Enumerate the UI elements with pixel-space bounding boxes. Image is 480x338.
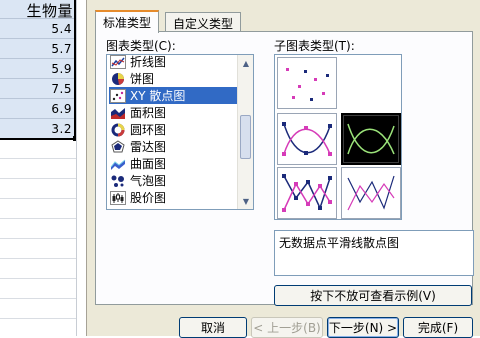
- next-column: [77, 0, 86, 336]
- list-item-label: XY 散点图: [130, 89, 186, 103]
- list-item-line[interactable]: 折线图: [109, 55, 237, 70]
- scatter-markers-only-icon: [286, 68, 329, 101]
- list-item-radar[interactable]: 雷达图: [109, 138, 237, 155]
- list-item-label: 雷达图: [130, 140, 167, 154]
- empty-cell[interactable]: [0, 320, 76, 336]
- empty-cell[interactable]: [0, 140, 76, 159]
- subtype-straight-with-markers[interactable]: [277, 167, 337, 219]
- tab-custom-types[interactable]: 自定义类型: [165, 12, 242, 32]
- scroll-up-arrow-icon[interactable]: ▲: [238, 55, 253, 71]
- standard-types-panel: 图表类型(C): 子图表类型(T): 折线图 饼图 XY 散点图 面积图 圆环图…: [95, 31, 474, 306]
- empty-cell[interactable]: [0, 180, 76, 199]
- next-button[interactable]: 下一步(N) >: [327, 317, 399, 338]
- surface-chart-icon: [110, 157, 126, 171]
- chart-type-label: 图表类型(C):: [106, 39, 176, 53]
- scatter-straight-with-markers-icon: [282, 174, 332, 212]
- subtype-smooth-with-markers[interactable]: [277, 113, 337, 165]
- finish-button[interactable]: 完成(F): [403, 317, 473, 338]
- list-item-stock[interactable]: 股价图: [109, 189, 237, 206]
- list-item-label: 气泡图: [130, 174, 167, 188]
- subtype-smooth-no-markers[interactable]: [341, 113, 401, 165]
- back-button[interactable]: < 上一步(B): [251, 317, 323, 338]
- list-item-label: 折线图: [130, 55, 167, 69]
- spreadsheet: 生物量 5.4 5.7 5.9 7.5 6.9 3.2: [0, 0, 86, 336]
- chart-wizard-dialog: 标准类型 自定义类型 图表类型(C): 子图表类型(T): 折线图 饼图 XY …: [86, 0, 480, 338]
- pie-chart-icon: [110, 72, 126, 86]
- chart-type-list[interactable]: 折线图 饼图 XY 散点图 面积图 圆环图 雷达图 曲面图 气泡图 股价图 ▲ …: [106, 54, 254, 210]
- scrollbar-thumb[interactable]: [240, 115, 251, 159]
- empty-cell[interactable]: [0, 260, 76, 279]
- list-item-pie[interactable]: 饼图: [109, 70, 237, 87]
- subtype-label: 子图表类型(T):: [274, 39, 355, 53]
- empty-cell[interactable]: [0, 220, 76, 239]
- list-item-bubble[interactable]: 气泡图: [109, 172, 237, 189]
- subtype-straight-no-markers[interactable]: [341, 167, 401, 219]
- scatter-smooth-no-markers-icon: [343, 115, 399, 163]
- empty-cell[interactable]: [0, 200, 76, 219]
- list-item-label: 股价图: [130, 191, 167, 205]
- subtype-scatter-markers-only[interactable]: [277, 57, 337, 109]
- list-item-doughnut[interactable]: 圆环图: [109, 121, 237, 138]
- cancel-button[interactable]: 取消: [179, 317, 247, 338]
- scatter-straight-no-markers-icon: [347, 175, 395, 211]
- list-item-scatter[interactable]: XY 散点图: [109, 87, 237, 104]
- subtype-grid: [274, 54, 402, 220]
- press-to-preview-button[interactable]: 按下不放可查看示例(V): [274, 285, 472, 306]
- scatter-smooth-with-markers-icon: [282, 122, 332, 156]
- line-chart-icon: [110, 55, 126, 69]
- doughnut-chart-icon: [110, 123, 126, 137]
- empty-cell[interactable]: [0, 160, 76, 179]
- list-item-label: 饼图: [130, 72, 155, 86]
- list-item-label: 圆环图: [130, 123, 167, 137]
- area-chart-icon: [110, 106, 126, 120]
- scroll-down-arrow-icon[interactable]: ▼: [238, 193, 253, 209]
- tab-standard-types[interactable]: 标准类型: [95, 10, 160, 33]
- list-item-area[interactable]: 面积图: [109, 104, 237, 121]
- list-item-label: 面积图: [130, 106, 167, 120]
- chart-type-scrollbar[interactable]: ▲ ▼: [237, 55, 253, 209]
- subtype-description: 无数据点平滑线散点图: [274, 230, 474, 276]
- empty-cell[interactable]: [0, 240, 76, 259]
- bubble-chart-icon: [110, 174, 126, 188]
- stock-chart-icon: [110, 190, 126, 205]
- scatter-chart-icon: [110, 88, 126, 103]
- radar-chart-icon: [110, 139, 126, 154]
- selection-border: [0, 0, 76, 140]
- empty-cell[interactable]: [0, 300, 76, 319]
- list-item-surface[interactable]: 曲面图: [109, 155, 237, 172]
- empty-cell[interactable]: [0, 280, 76, 299]
- list-item-label: 曲面图: [130, 157, 167, 171]
